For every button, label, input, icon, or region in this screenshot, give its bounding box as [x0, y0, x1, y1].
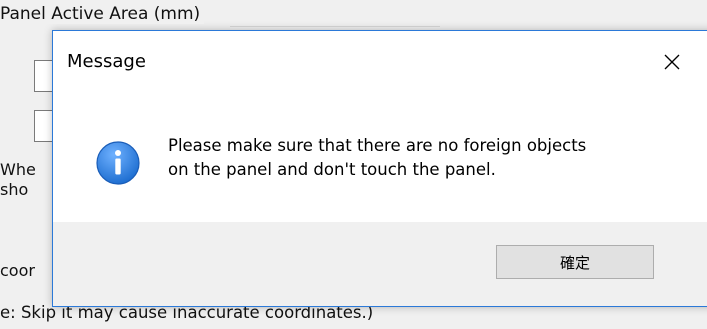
message-line-2: on the panel and don't touch the panel. — [168, 160, 496, 179]
groupbox-label: Panel Active Area (mm) — [0, 4, 205, 24]
message-dialog: Message Please make sure that there are … — [52, 30, 707, 307]
dialog-title-bar[interactable]: Message — [53, 31, 707, 87]
close-icon — [664, 54, 680, 70]
ok-button[interactable]: 確定 — [496, 245, 654, 279]
background-text-1: Whe — [0, 160, 36, 179]
dialog-content: Please make sure that there are no forei… — [53, 87, 707, 227]
info-icon — [96, 141, 140, 185]
message-line-1: Please make sure that there are no forei… — [168, 136, 587, 155]
background-text-3: coor — [0, 261, 35, 280]
dialog-footer: 確定 — [53, 222, 707, 306]
groupbox-border — [230, 26, 440, 27]
dialog-title: Message — [67, 51, 146, 72]
background-text-2: sho — [0, 180, 29, 199]
dialog-message: Please make sure that there are no forei… — [168, 134, 586, 182]
close-button[interactable] — [649, 42, 695, 82]
